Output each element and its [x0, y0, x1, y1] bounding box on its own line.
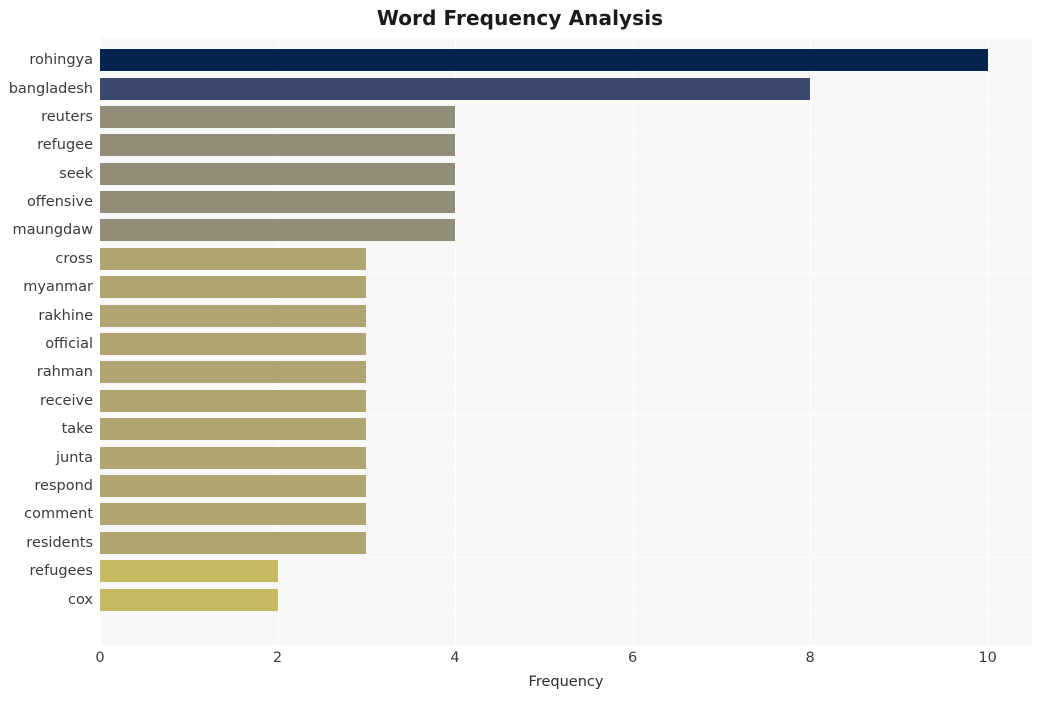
y-axis-tick-label: comment [24, 506, 93, 523]
y-axis-tick-label: seek [59, 165, 93, 182]
y-axis-tick-label: junta [56, 449, 93, 466]
y-axis-tick-label: receive [40, 392, 93, 409]
y-axis-category-labels: rohingya bangladesh reuters refugee seek offe… [0, 38, 1040, 645]
x-axis-tick-label: 8 [805, 650, 815, 666]
y-axis-tick-label: take [61, 421, 93, 438]
y-axis-tick-label: refugees [29, 563, 93, 580]
y-axis-tick-label: myanmar [23, 279, 93, 296]
y-axis-tick-label: maungdaw [12, 222, 93, 239]
y-axis-tick-label: respond [34, 478, 93, 494]
x-axis-tick-label: 6 [627, 650, 638, 666]
y-axis-tick-label: refugee [37, 137, 93, 154]
page-title: Word Frequency Analysis [376, 6, 664, 30]
y-axis-tick-label: reuters [41, 108, 93, 125]
x-axis-tick-labels: 0 2 4 6 8 10 [0, 650, 1040, 674]
chart-figure: Word Frequency Analysis rohingya banglade… [0, 0, 1040, 701]
x-axis-tick-label: 10 [978, 650, 997, 666]
x-axis-label: Frequency [528, 674, 604, 690]
y-axis-tick-label: rakhine [38, 307, 93, 324]
y-axis-tick-label: bangladesh [8, 80, 93, 97]
x-axis-tick-label: 4 [450, 650, 460, 666]
y-axis-tick-label: cox [68, 591, 93, 608]
y-axis-tick-label: rahman [36, 364, 93, 381]
y-axis-tick-label: cross [55, 250, 93, 267]
y-axis-tick-label: rohingya [29, 52, 93, 69]
y-axis-tick-label: offensive [26, 194, 93, 211]
y-axis-tick-label: residents [26, 534, 93, 551]
y-axis-tick-label: official [45, 336, 93, 353]
x-axis-tick-label: 0 [95, 650, 105, 666]
x-axis-tick-label: 2 [272, 650, 283, 666]
